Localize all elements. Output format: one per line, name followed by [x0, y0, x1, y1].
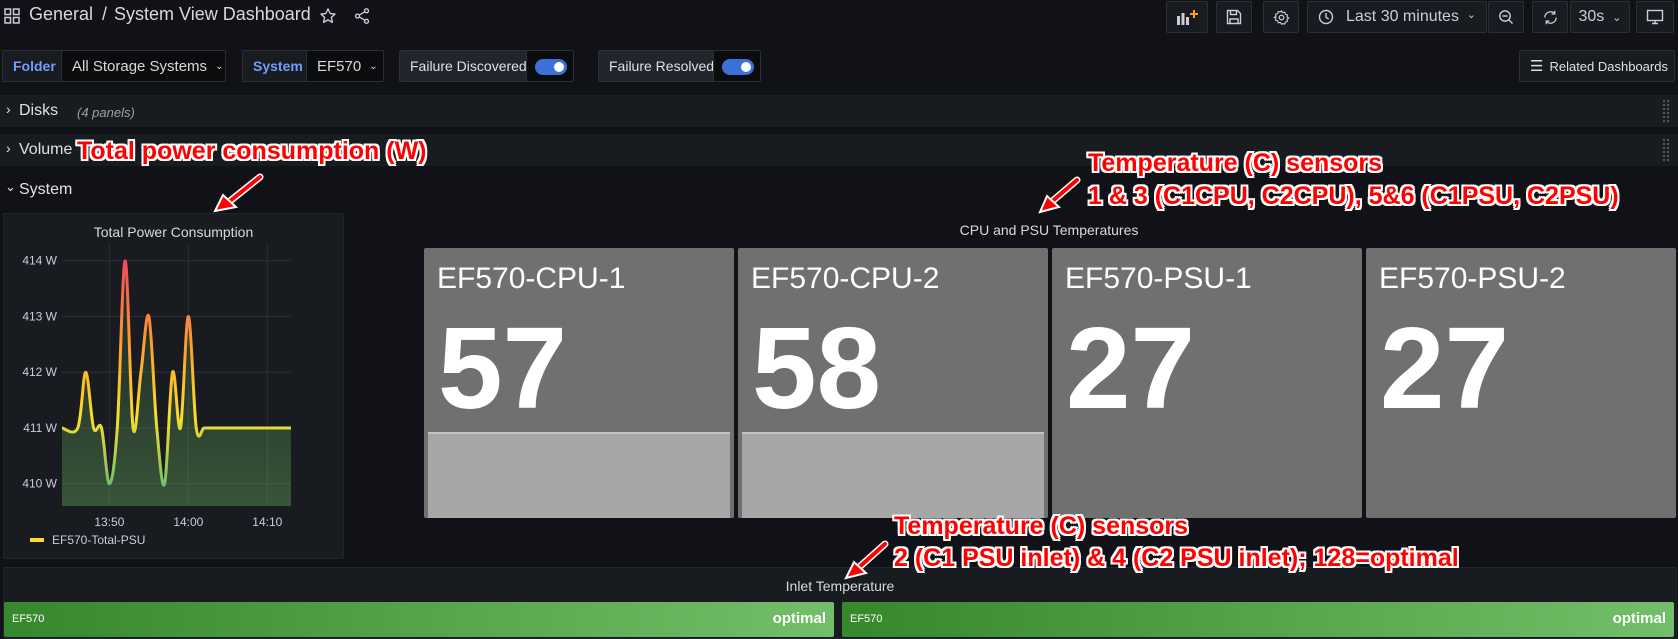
folder-variable-select[interactable]: All Storage Systems ⌄ — [61, 50, 226, 82]
x-tick-label: 13:50 — [94, 515, 124, 529]
time-range-label: Last 30 minutes — [1346, 8, 1459, 25]
inlet-gauge-1[interactable]: EF570 optimal — [4, 602, 834, 637]
drag-handle-icon[interactable] — [1662, 138, 1670, 162]
y-tick-label: 413 W — [22, 309, 57, 323]
stat-tile-ef570-cpu-2[interactable]: EF570-CPU-2 58 — [738, 248, 1048, 518]
gear-icon — [1273, 9, 1289, 25]
y-tick-label: 414 W — [22, 254, 57, 268]
stat-tile-ef570-psu-1[interactable]: EF570-PSU-1 27 — [1052, 248, 1362, 518]
chevron-down-icon: ⌄ — [5, 179, 16, 194]
annotation-power: Total power consumption (W) — [77, 137, 427, 165]
page-title[interactable]: System View Dashboard — [114, 4, 311, 25]
related-dashboards-button[interactable]: ☰ Related Dashboards — [1519, 50, 1675, 82]
gauge-value: optimal — [772, 610, 826, 627]
share-icon[interactable] — [353, 7, 371, 30]
stat-sparkline-area — [742, 432, 1044, 518]
monitor-icon — [1646, 9, 1664, 25]
inlet-gauge-2[interactable]: EF570 optimal — [842, 602, 1674, 637]
stat-value: 27 — [1380, 303, 1510, 433]
chevron-right-icon: › — [6, 140, 11, 156]
save-button[interactable] — [1216, 1, 1252, 33]
power-consumption-panel[interactable]: Total Power Consumption 414 W 413 W 412 W4… — [3, 213, 344, 559]
annotation-temps-line2: 1 & 3 (C1CPU, C2CPU), 5&6 (C1PSU, C2PSU) — [1088, 182, 1619, 210]
refresh-interval-picker[interactable]: 30s ⌄ — [1570, 1, 1630, 33]
clock-icon — [1318, 9, 1334, 25]
chart-legend[interactable]: EF570-Total-PSU — [30, 533, 145, 547]
annotation-arrow-icon — [1038, 176, 1081, 214]
system-variable-value: EF570 — [317, 57, 362, 75]
y-tick-label: 411 W — [23, 421, 57, 435]
chevron-down-icon: ⌄ — [1612, 11, 1622, 24]
stat-value: 27 — [1066, 303, 1196, 433]
failure-resolved-label: Failure Resolved — [598, 50, 726, 82]
settings-button[interactable] — [1263, 1, 1299, 33]
annotation-arrow-icon — [213, 173, 264, 213]
chevron-right-icon: › — [6, 101, 11, 117]
folder-variable-label: Folder — [2, 50, 67, 82]
legend-swatch — [30, 538, 44, 542]
add-panel-button[interactable] — [1166, 1, 1208, 33]
y-tick-label: 410 W — [22, 477, 57, 491]
failure-discovered-toggle[interactable] — [526, 50, 574, 82]
chevron-down-icon: ⌄ — [369, 60, 378, 72]
refresh-button[interactable] — [1532, 1, 1568, 33]
stat-name: EF570-CPU-2 — [751, 262, 940, 295]
panel-title: Inlet Temperature — [785, 578, 895, 594]
system-variable-label: System — [242, 50, 314, 82]
row-panel-count: (4 panels) — [77, 105, 135, 120]
chevron-down-icon: ⌄ — [1466, 9, 1476, 21]
toggle-switch[interactable] — [535, 59, 567, 75]
failure-resolved-toggle[interactable] — [713, 50, 761, 82]
save-icon — [1226, 9, 1242, 25]
drag-handle-icon[interactable] — [1662, 99, 1670, 123]
menu-icon: ☰ — [1530, 58, 1544, 75]
add-panel-icon — [1177, 10, 1198, 25]
gauge-value: optimal — [1612, 610, 1666, 627]
tv-mode-button[interactable] — [1636, 1, 1674, 33]
x-tick-label: 14:00 — [173, 515, 203, 529]
power-line-chart[interactable]: 414 W 413 W 412 W 411 W 410 W 13:50 14:00 14:10 — [4, 244, 345, 532]
stat-tile-ef570-psu-2[interactable]: EF570-PSU-2 27 — [1366, 248, 1676, 518]
stat-tile-ef570-cpu-1[interactable]: EF570-CPU-1 57 — [424, 248, 734, 518]
zoom-out-icon — [1499, 10, 1513, 24]
stat-name: EF570-PSU-1 — [1065, 262, 1252, 295]
stat-value: 57 — [438, 303, 568, 433]
zoom-out-button[interactable] — [1488, 1, 1524, 33]
chevron-down-icon: ⌄ — [215, 60, 224, 72]
annotation-inlet-line1: Temperature (C) sensors — [894, 512, 1189, 540]
star-icon[interactable] — [319, 7, 337, 30]
y-tick-label: 412 W — [22, 365, 57, 379]
top-navbar: General / System View Dashboard Last 30 … — [0, 0, 1678, 36]
failure-discovered-label: Failure Discovered — [399, 50, 538, 82]
refresh-interval-label: 30s — [1578, 8, 1605, 25]
x-tick-label: 14:10 — [252, 515, 282, 529]
stat-name: EF570-PSU-2 — [1379, 262, 1566, 295]
stat-value: 58 — [752, 303, 882, 433]
related-dashboards-label: Related Dashboards — [1549, 58, 1668, 74]
annotation-inlet-line2: 2 (C1 PSU inlet) & 4 (C2 PSU inlet); 128… — [894, 544, 1459, 572]
row-title: Disks — [19, 102, 59, 119]
folder-variable-value: All Storage Systems — [72, 57, 208, 75]
row-title: System — [19, 181, 73, 198]
gauge-name: EF570 — [850, 613, 883, 625]
panel-title: Total Power Consumption — [93, 224, 254, 240]
time-picker[interactable]: Last 30 minutes ⌄ — [1307, 1, 1487, 33]
temps-panel-title: CPU and PSU Temperatures — [959, 222, 1139, 238]
legend-label: EF570-Total-PSU — [52, 533, 146, 547]
system-variable-select[interactable]: EF570 ⌄ — [306, 50, 384, 82]
stat-name: EF570-CPU-1 — [437, 262, 626, 295]
annotation-arrow-icon — [844, 540, 889, 580]
stat-sparkline-area — [428, 432, 730, 518]
breadcrumb-folder[interactable]: General — [29, 4, 93, 25]
row-disks[interactable]: › Disks (4 panels) — [0, 95, 1678, 127]
row-title: Volume — [19, 141, 73, 158]
breadcrumb-separator: / — [102, 4, 108, 24]
row-system[interactable]: ⌄ System — [0, 173, 200, 205]
annotation-temps-line1: Temperature (C) sensors — [1088, 149, 1383, 177]
dashboards-grid-icon[interactable] — [4, 8, 20, 29]
toggle-switch[interactable] — [722, 59, 754, 75]
gauge-name: EF570 — [12, 613, 45, 625]
refresh-icon — [1543, 10, 1557, 24]
